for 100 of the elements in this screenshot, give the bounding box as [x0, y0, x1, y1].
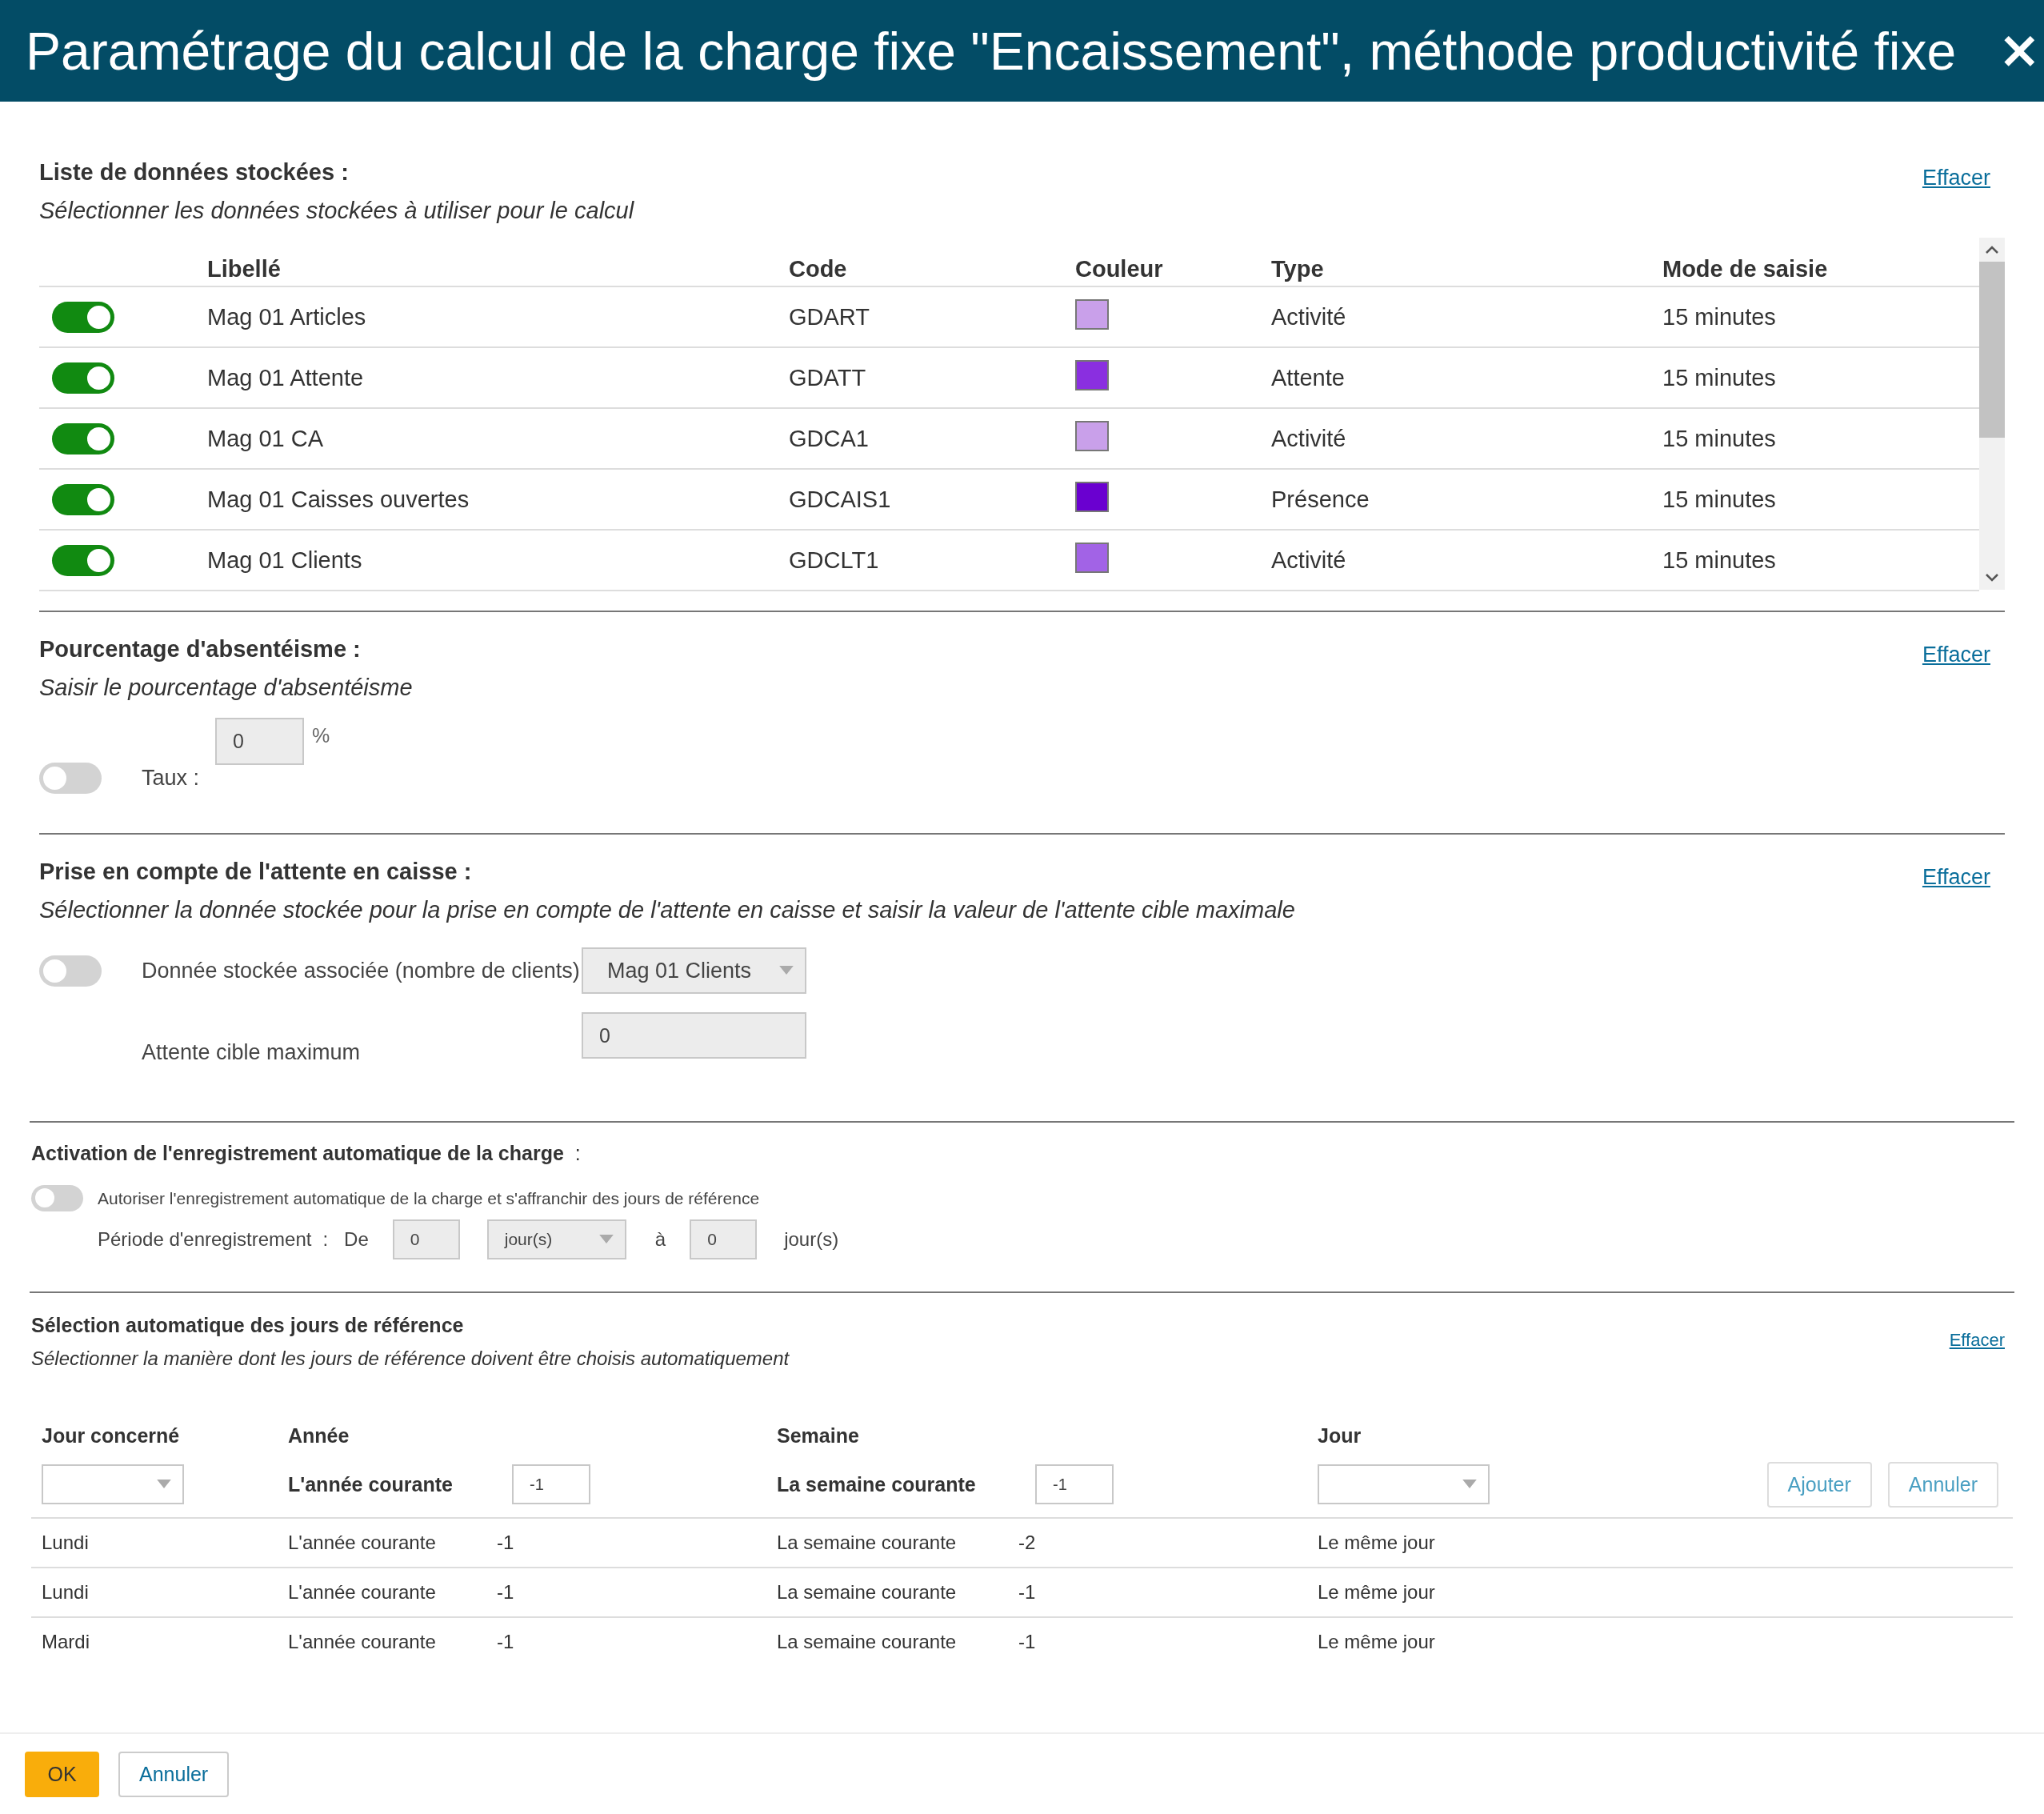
table-cell-text: GDATT: [789, 364, 867, 391]
toggle-switch[interactable]: [52, 362, 114, 394]
section-heading: Liste de données stockées :: [39, 158, 350, 186]
table-cell-text: 15 minutes: [1662, 303, 1777, 330]
table-cell-text: La semaine courante: [777, 1631, 958, 1653]
table-cell-text: Activité: [1271, 425, 1347, 452]
toggle-switch[interactable]: [52, 301, 114, 333]
table-cell-text: Mag 01 CA: [207, 425, 325, 452]
close-button[interactable]: ×: [1998, 27, 2041, 72]
rate-input[interactable]: 0: [215, 718, 305, 765]
to-input[interactable]: 0: [690, 1219, 758, 1259]
table-cell-text: Activité: [1271, 303, 1347, 330]
section-subtitle: Sélectionner la manière dont les jours de référence doivent être choisis automatiquement: [31, 1347, 790, 1371]
table-cell-text: Le même jour: [1318, 1631, 1436, 1653]
stored-data-dropdown[interactable]: Mag 01 Clients: [582, 947, 806, 994]
caret-icon: [598, 1235, 614, 1243]
table-cell-text: -1: [1018, 1631, 1037, 1653]
table-cell-text: Mag 01 Attente: [207, 364, 365, 391]
table-cell-text: L'année courante: [288, 1581, 437, 1604]
table-cell-text: Lundi: [42, 1581, 90, 1604]
toggle-switch[interactable]: [52, 483, 114, 515]
table-cell-text: Présence: [1271, 486, 1370, 513]
table-cell-text: 15 minutes: [1662, 486, 1777, 513]
unit-label: jour(s): [784, 1228, 839, 1251]
table-cell-text: Mag 01 Caisses ouvertes: [207, 486, 470, 513]
clear-link[interactable]: Effacer: [1922, 865, 1990, 890]
table-cell-text: -1: [497, 1631, 515, 1653]
table-cell-text: 15 minutes: [1662, 425, 1777, 452]
column-header: Jour concerné: [42, 1424, 181, 1448]
toggle-switch[interactable]: [52, 422, 114, 455]
caret-icon: [1462, 1480, 1477, 1488]
table-cell-text: -1: [1018, 1581, 1037, 1604]
caret-icon: [779, 966, 794, 975]
toggle-switch[interactable]: [39, 763, 102, 794]
column-header: Type: [1271, 256, 1325, 282]
table-cell-text: La semaine courante: [777, 1581, 958, 1604]
toggle-label: Autoriser l'enregistrement automatique de la charge et s'affranchir des jours de référence: [98, 1188, 760, 1208]
table-cell-text: Activité: [1271, 547, 1347, 574]
clear-link[interactable]: Effacer: [1922, 643, 1990, 667]
section-heading: Pourcentage d'absentéisme :: [39, 635, 362, 663]
column-header: Mode de saisie: [1662, 256, 1829, 282]
ok-button[interactable]: OK: [25, 1751, 99, 1797]
colon-label: :: [322, 1228, 329, 1251]
week-label: La semaine courante: [777, 1472, 977, 1496]
table-cell-text: Mag 01 Clients: [207, 547, 363, 574]
table-cell-text: Le même jour: [1318, 1581, 1436, 1604]
table-cell-text: La semaine courante: [777, 1532, 958, 1554]
field-label: Donnée stockée associée (nombre de clients): [142, 958, 581, 983]
toggle-switch[interactable]: [31, 1185, 83, 1211]
section-subtitle: Sélectionner la donnée stockée pour la prise en compte de l'attente en caisse et saisir la valeur de l'attente cible maximale: [39, 896, 1295, 924]
scrollbar-thumb[interactable]: [1979, 262, 2005, 438]
section-subtitle: Sélectionner les données stockées à utiliser pour le calcul: [39, 197, 634, 225]
table-cell-text: -1: [497, 1581, 515, 1604]
table-cell-text: Lundi: [42, 1532, 90, 1554]
dialog-title: Paramétrage du calcul de la charge fixe "Encaissement", méthode productivité fixe: [26, 20, 1957, 82]
table-cell-text: GDCA1: [789, 425, 870, 452]
section-subtitle: Saisir le pourcentage d'absentéisme: [39, 674, 413, 702]
table-cell-text: GDCLT1: [789, 547, 880, 574]
caret-icon: [157, 1480, 171, 1488]
week-offset-input[interactable]: -1: [1035, 1464, 1114, 1504]
table-cell-text: GDCAIS1: [789, 486, 892, 513]
section-heading: Prise en compte de l'attente en caisse :: [39, 858, 473, 886]
table-cell-text: L'année courante: [288, 1631, 437, 1653]
table-cell-text: Mardi: [42, 1631, 90, 1653]
column-header: Semaine: [777, 1424, 860, 1448]
column-header: Jour: [1318, 1424, 1362, 1448]
scrollbar[interactable]: [1979, 238, 2005, 590]
table-cell-text: GDART: [789, 303, 870, 330]
field-label: Attente cible maximum: [142, 1040, 362, 1065]
column-header: Libellé: [207, 256, 282, 282]
unit-dropdown[interactable]: jour(s): [486, 1219, 626, 1259]
column-header: Couleur: [1075, 256, 1164, 282]
scroll-up-icon[interactable]: [1984, 244, 2000, 255]
column-header: Code: [789, 256, 848, 282]
clear-link[interactable]: Effacer: [1949, 1330, 2005, 1351]
table-cell-text: 15 minutes: [1662, 364, 1777, 391]
year-offset-input[interactable]: -1: [512, 1464, 590, 1504]
table-cell-text: Le même jour: [1318, 1532, 1436, 1554]
table-cell-text: Mag 01 Articles: [207, 303, 367, 330]
to-label: à: [654, 1228, 666, 1251]
table-cell-text: 15 minutes: [1662, 547, 1777, 574]
cancel-button[interactable]: Annuler: [118, 1751, 230, 1797]
target-input[interactable]: 0: [582, 1012, 806, 1059]
period-label: Période d'enregistrement: [98, 1228, 312, 1251]
table-cell-text: -2: [1018, 1532, 1037, 1554]
from-label: De: [344, 1228, 369, 1251]
toggle-switch[interactable]: [52, 544, 114, 576]
year-label: L'année courante: [288, 1472, 454, 1496]
table-cell-text: L'année courante: [288, 1532, 437, 1554]
section-heading: Activation de l'enregistrement automatique de la charge :: [31, 1141, 582, 1166]
clear-link[interactable]: Effacer: [1922, 166, 1990, 190]
toggle-switch[interactable]: [39, 955, 102, 987]
scroll-down-icon[interactable]: [1984, 572, 2000, 583]
table-cell-text: Attente: [1271, 364, 1346, 391]
table-cell-text: -1: [497, 1532, 515, 1554]
percent-label: %: [312, 724, 330, 747]
rate-label: Taux :: [142, 766, 200, 791]
from-input[interactable]: 0: [392, 1219, 460, 1259]
section-heading: Sélection automatique des jours de référence: [31, 1313, 465, 1338]
column-header: Année: [288, 1424, 350, 1448]
